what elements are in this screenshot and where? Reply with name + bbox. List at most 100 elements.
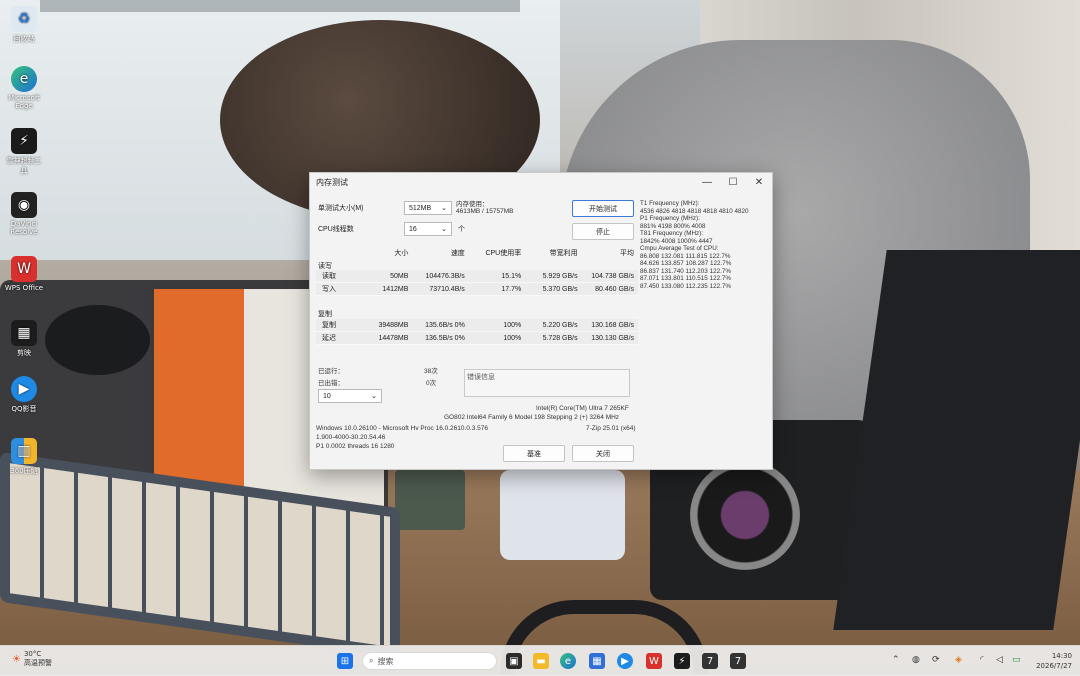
cell: 1412MB	[382, 285, 409, 293]
error-log-label: 错误信息	[467, 374, 495, 381]
start-icon[interactable]: ⊞	[337, 653, 353, 669]
media-player-icon[interactable]: ▶	[617, 653, 633, 669]
chevron-up-icon[interactable]: ⌃	[892, 655, 900, 665]
wps-icon[interactable]: W	[646, 653, 662, 669]
close-button[interactable]: 关闭	[572, 445, 634, 462]
log-line: T1 Frequency (MHz):	[640, 200, 700, 207]
start-test-button[interactable]: 开始测试	[572, 200, 634, 217]
log-line: 4536 4826 4818 4818 4818 4810 4820	[640, 207, 749, 215]
video-editor-icon: ▦	[11, 320, 37, 346]
bench-button[interactable]: 基准	[503, 445, 565, 462]
errors-label: 已出错：	[318, 380, 344, 387]
threads-row: CPU线程数 16 ⌄ 个	[318, 222, 465, 236]
results-table-rw-body: 读取 50MB 104476.3B/s 15.1% 5.929 GB/s 104…	[316, 270, 638, 296]
seven-zip-icon[interactable]: 7	[702, 653, 718, 669]
size-select[interactable]: 512MB ⌄	[404, 201, 452, 215]
cell: 15.1%	[501, 272, 522, 280]
passes-value: 38次	[424, 368, 438, 375]
loop-count-select[interactable]: 10 ⌄	[318, 389, 382, 403]
cache-info: 1.900-4000-30.20.54.46	[316, 434, 386, 441]
desktop-icon-edge[interactable]: e Microsoft Edge	[4, 66, 44, 110]
desktop-icon-wps[interactable]: W WPS Office	[4, 256, 44, 292]
col-header: CPU使用率	[485, 250, 522, 257]
error-log-box[interactable]: 错误信息	[464, 369, 630, 397]
threads-select-value: 16	[409, 225, 417, 233]
clock-time: 14:30	[1051, 652, 1072, 660]
volume-icon[interactable]: ◁	[996, 655, 1003, 665]
log-line: T81 Frequency (MHz):	[640, 230, 703, 237]
weather-icon: ☀	[12, 653, 21, 665]
edge-icon[interactable]: e	[560, 653, 576, 669]
desktop-icon-label: Microsoft Edge	[8, 94, 40, 110]
close-icon[interactable]: ✕	[746, 177, 772, 188]
thunder-icon: ⚡	[11, 128, 37, 154]
table-row: 读取 50MB 104476.3B/s 15.1% 5.929 GB/s 104…	[316, 270, 638, 283]
desktop-icon-label: 360压缩	[10, 467, 38, 475]
store-icon[interactable]: ▦	[589, 653, 605, 669]
maximize-icon[interactable]: ☐	[720, 177, 746, 188]
cell: 130.168 GB/s	[591, 321, 635, 329]
memory-test-dialog: 内存测试 — ☐ ✕ 单测试大小(M) 512MB ⌄ CPU线程数 16 ⌄ …	[309, 172, 773, 470]
search-box[interactable]: ⌕ 搜索	[362, 652, 497, 670]
desktop-icon-thunder[interactable]: ⚡ 雷神超频工具	[4, 128, 44, 176]
row-name: 写入	[322, 286, 336, 293]
thunder-icon[interactable]: ⚡	[674, 653, 690, 669]
log-line: Cmpu Average Test of CPU:	[640, 245, 719, 252]
stop-button[interactable]: 停止	[572, 223, 634, 240]
cell: 130.130 GB/s	[591, 334, 635, 342]
desktop-icon-jianying[interactable]: ▦ 剪映	[4, 320, 44, 358]
mem-used-value: 4613MB / 15757MB	[456, 208, 514, 215]
file-explorer-icon[interactable]: ▬	[533, 653, 549, 669]
cpu-info-detail: GO802 Intel64 Family 6 Model 198 Steppin…	[444, 414, 620, 421]
table-row: 延迟 14478MB 136.5B/s 0% 100% 5.728 GB/s 1…	[316, 332, 638, 345]
desktop-icon-recycle-bin[interactable]: ♻ 回收站	[4, 6, 44, 44]
task-view-icon[interactable]: ▣	[506, 653, 522, 669]
log-line: 87.071 133.801 110.515 122.7%	[640, 275, 731, 282]
desktop-icon-label: 雷神超频工具	[6, 157, 42, 175]
threads-label: CPU线程数	[318, 226, 354, 233]
results-table-copy-body: 复制 39488MB 135.6B/s 0% 100% 5.220 GB/s 1…	[316, 319, 638, 345]
log-line: 86.808 132.081 111.815 122.7%	[640, 252, 731, 260]
log-line: 86.837 131.740 112.203 122.7%	[640, 267, 731, 275]
sync-icon[interactable]: ⟳	[932, 655, 940, 665]
desktop-icon-label: QQ影音	[11, 405, 37, 413]
cell: 136.5B/s 0%	[425, 334, 465, 342]
clock-date: 2026/7/27	[1036, 662, 1072, 670]
cell: 100%	[503, 321, 522, 329]
desktop-icon-360zip[interactable]: ▥ 360压缩	[4, 438, 44, 476]
row-name: 读取	[322, 273, 336, 280]
row-name: 延迟	[322, 335, 336, 342]
log-line: P1 Frequency (MHz):	[640, 215, 700, 222]
desktop-icon-label: DaVinci Resolve	[10, 220, 38, 236]
cell: 14478MB	[378, 334, 409, 342]
minimize-icon[interactable]: —	[694, 177, 720, 188]
wifi-icon[interactable]: ◜	[980, 655, 984, 665]
cell: 5.220 GB/s	[542, 321, 578, 329]
desktop-icon-davinci[interactable]: ◉ DaVinci Resolve	[4, 192, 44, 236]
battery-icon[interactable]: ▭	[1012, 655, 1021, 665]
desktop-icon-qqplayer[interactable]: ▶ QQ影音	[4, 376, 44, 414]
media-player-icon: ▶	[11, 376, 37, 402]
os-info: Windows 10.0.26100 - Microsoft Hv Proc 1…	[316, 425, 488, 432]
col-header: 速度	[450, 250, 465, 257]
threads-select[interactable]: 16 ⌄	[404, 222, 452, 236]
wallpaper-phone	[500, 470, 625, 560]
cell: 104476.3B/s	[425, 272, 465, 280]
desktop-icon-label: WPS Office	[4, 284, 44, 292]
cell: 17.7%	[501, 285, 522, 293]
row-name: 复制	[322, 322, 336, 329]
app-tray-icon[interactable]: ◈	[955, 655, 962, 665]
network-icon[interactable]: ◍	[912, 655, 920, 665]
cell: 5.929 GB/s	[542, 272, 578, 280]
clock[interactable]: 14:30 2026/7/27	[1036, 651, 1072, 671]
weather-temp: 30°C	[23, 650, 42, 658]
errors-value: 0次	[426, 380, 437, 387]
archive-icon: ▥	[11, 438, 37, 464]
cell: 80.460 GB/s	[595, 285, 635, 293]
cell: 100%	[503, 334, 522, 342]
edge-icon: e	[11, 66, 37, 92]
results-table-rw: 大小 速度 CPU使用率 带宽利用 平均	[316, 247, 638, 259]
weather-widget[interactable]: ☀ 30°C 高温预警	[12, 650, 52, 668]
search-placeholder: 搜索	[377, 656, 394, 666]
seven-zip-active-icon[interactable]: 7	[730, 653, 746, 669]
